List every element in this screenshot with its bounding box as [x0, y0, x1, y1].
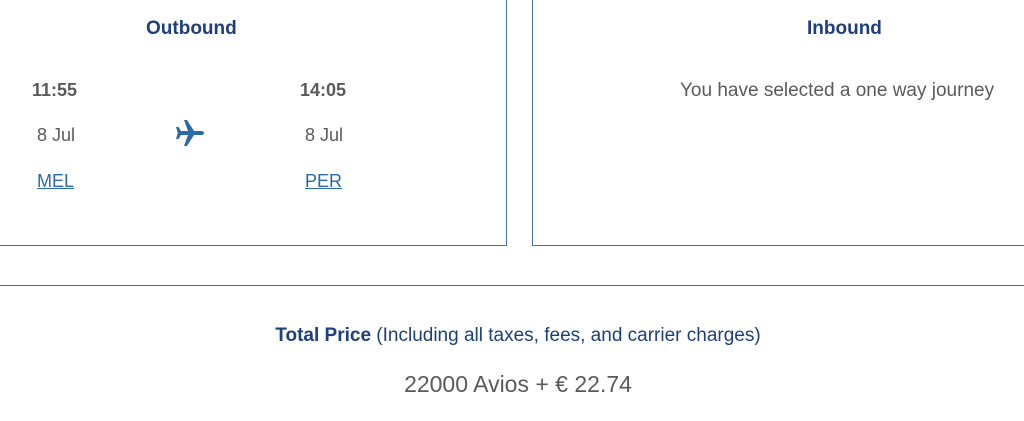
total-price-label: Total Price — [275, 325, 372, 346]
outbound-title: Outbound — [146, 18, 237, 39]
inbound-panel: Inbound You have selected a one way jour… — [532, 0, 1024, 246]
total-price-value: 22000 Avios + € 22.74 — [404, 371, 632, 397]
flight-summary-page: Outbound 11:55 8 Jul MEL 14:05 8 Jul PER… — [0, 0, 1024, 421]
inbound-title: Inbound — [807, 18, 882, 39]
outbound-panel: Outbound 11:55 8 Jul MEL 14:05 8 Jul PER — [0, 0, 507, 246]
departure-time: 11:55 — [32, 80, 78, 100]
total-price-note: (Including all taxes, fees, and carrier … — [376, 325, 761, 346]
departure-date: 8 Jul — [37, 125, 76, 145]
arrival-time: 14:05 — [300, 80, 347, 100]
airplane-icon — [176, 120, 204, 146]
departure-airport-link[interactable]: MEL — [37, 171, 74, 192]
one-way-message: You have selected a one way journey — [680, 80, 995, 101]
section-divider — [0, 285, 1024, 286]
total-price-heading: Total Price (Including all taxes, fees, … — [0, 325, 1024, 347]
arrival-airport-link[interactable]: PER — [305, 171, 342, 192]
arrival-date: 8 Jul — [305, 125, 344, 145]
